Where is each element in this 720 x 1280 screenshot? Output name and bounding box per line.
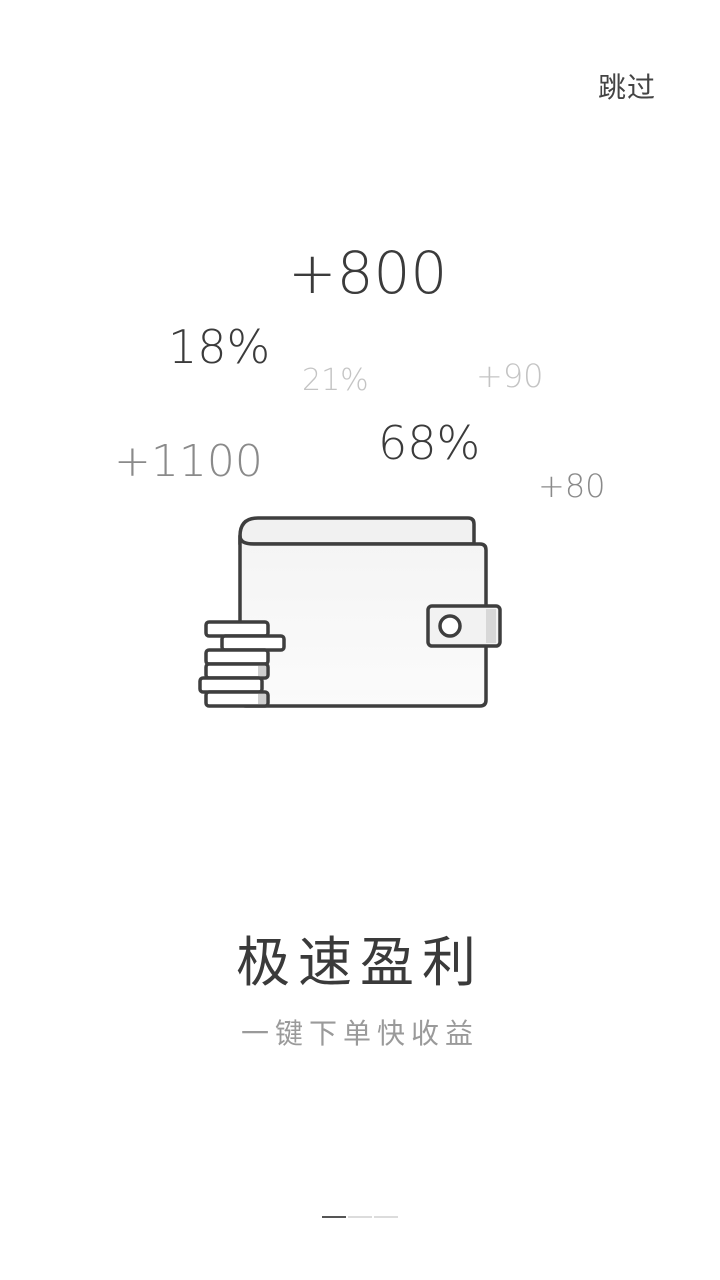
skip-button[interactable]: 跳过 [598,66,656,106]
floating-value-68-percent: 68% [378,416,481,470]
floating-value-1100: +1100 [114,436,263,487]
floating-value-21-percent: 21% [302,363,369,398]
floating-value-80: +80 [538,467,606,505]
page-subtitle: 一键下单快收益 [240,1017,479,1050]
page-indicator [322,1216,398,1218]
floating-value-90: +90 [476,357,544,395]
wallet-with-coins-icon [198,516,502,708]
page-indicator-dot-3 [374,1216,398,1218]
floating-value-800: +800 [288,239,448,307]
floating-value-18-percent: 18% [168,320,271,374]
page-indicator-dot-1 [322,1216,346,1218]
page-indicator-dot-2 [348,1216,372,1218]
page-title: 极速盈利 [236,931,484,994]
